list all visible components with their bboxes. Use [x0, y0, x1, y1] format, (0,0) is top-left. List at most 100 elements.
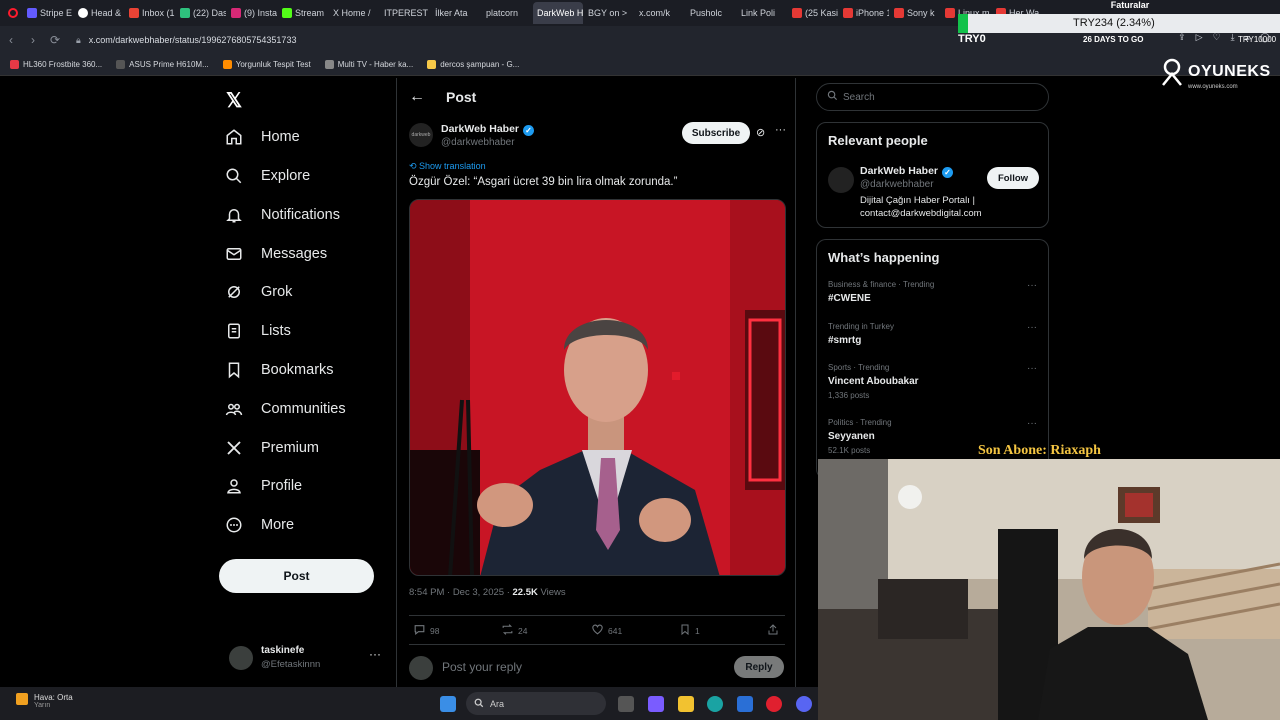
heart-icon[interactable]: ♡	[1213, 32, 1221, 43]
browser-tab[interactable]: Sony k	[890, 2, 940, 24]
author-handle[interactable]: @darkwebhaber	[441, 137, 515, 148]
account-switcher[interactable]: taskinefe @Efetaskinnn ···	[225, 644, 385, 674]
more-horizontal-icon[interactable]: ···	[1027, 363, 1037, 374]
browser-tab[interactable]: Link Poli	[737, 2, 787, 24]
bookmark-action[interactable]: 1	[679, 623, 700, 638]
weather-icon	[16, 693, 28, 705]
share-icon[interactable]	[767, 623, 779, 636]
reply-button[interactable]: Reply	[734, 656, 784, 678]
store-icon[interactable]	[737, 696, 753, 712]
nav-item-profile[interactable]: Profile	[219, 471, 302, 501]
taskbar-search[interactable]: Ara	[466, 692, 606, 715]
person-bio: Dijital Çağın Haber Portalı | contact@da…	[860, 195, 982, 219]
browser-tab[interactable]: x.com/k	[635, 2, 685, 24]
subscribe-button[interactable]: Subscribe	[682, 122, 750, 144]
nav-item-communities[interactable]: Communities	[219, 394, 346, 424]
share-icon[interactable]: ⇪	[1178, 32, 1186, 43]
more-circle-icon	[219, 510, 249, 540]
person-name[interactable]: DarkWeb Haber ✓	[860, 165, 954, 178]
copilot-icon[interactable]	[648, 696, 664, 712]
browser-tab[interactable]: Stream	[278, 2, 328, 24]
browser-tab[interactable]: platcorn	[482, 2, 532, 24]
trend-item[interactable]: Trending in Turkey #smrtg	[828, 322, 894, 346]
browser-tab[interactable]: (9) Insta	[227, 2, 277, 24]
bookmark-item[interactable]: HL360 Frostbite 360...	[10, 60, 102, 69]
repost-action[interactable]: 24	[501, 623, 527, 638]
bookmark-item[interactable]: Multi TV - Haber ka...	[324, 60, 413, 69]
search-box[interactable]	[816, 83, 1049, 111]
nav-item-grok[interactable]: Grok	[219, 277, 292, 307]
bookmark-favicon	[427, 60, 437, 69]
play-icon[interactable]: ▷	[1196, 32, 1203, 43]
trend-item[interactable]: Business & finance · Trending #CWENE	[828, 280, 934, 304]
browser-tab[interactable]: ITPEREST	[380, 2, 430, 24]
file-explorer-icon[interactable]	[678, 696, 694, 712]
browser-tab[interactable]: Head &	[74, 2, 124, 24]
browser-tab[interactable]: İlker Ata	[431, 2, 481, 24]
author-avatar[interactable]: darkweb	[409, 123, 433, 147]
weather-widget[interactable]: Hava: Orta Yarın	[16, 693, 73, 709]
nav-item-home[interactable]: Home	[219, 122, 300, 152]
windows-start-icon[interactable]	[440, 696, 456, 712]
author-name[interactable]: DarkWeb Haber ✓	[441, 123, 535, 136]
instagram-icon	[231, 8, 241, 18]
x-logo-icon[interactable]: 𝕏	[226, 88, 242, 113]
forward-nav-icon[interactable]: ›	[22, 33, 44, 47]
follow-button[interactable]: Follow	[987, 167, 1039, 189]
nav-item-lists[interactable]: Lists	[219, 316, 291, 346]
edge-icon[interactable]	[707, 696, 723, 712]
search-icon	[219, 161, 249, 191]
browser-tab[interactable]: (25 Kasi	[788, 2, 838, 24]
goal-ticker: TRY234 (2.34%)	[958, 14, 1280, 33]
grok-icon[interactable]: ⊘	[756, 126, 765, 139]
browser-tab[interactable]: Pusholc	[686, 2, 736, 24]
task-view-icon[interactable]	[618, 696, 634, 712]
discord-icon[interactable]	[796, 696, 812, 712]
translate-icon: ⟲	[409, 161, 420, 171]
tab-favicon	[945, 8, 955, 18]
nav-item-premium[interactable]: Premium	[219, 433, 319, 463]
nav-item-more[interactable]: More	[219, 510, 294, 540]
download-icon[interactable]: ⤓	[1231, 32, 1235, 43]
bookmark-item[interactable]: dercos şampuan - G...	[427, 60, 519, 69]
search-input[interactable]	[843, 91, 1033, 103]
relevant-people-title: Relevant people	[828, 133, 928, 148]
back-nav-icon[interactable]: ‹	[0, 33, 22, 47]
trend-item[interactable]: Sports · Trending Vincent Aboubakar 1,33…	[828, 363, 919, 400]
post-column: ← Post darkweb DarkWeb Haber ✓ @darkwebha…	[396, 78, 796, 698]
reply-action[interactable]: 98	[413, 623, 439, 638]
more-horizontal-icon[interactable]: ···	[775, 124, 786, 136]
person-handle[interactable]: @darkwebhaber	[860, 179, 934, 190]
more-horizontal-icon[interactable]: ···	[1027, 418, 1037, 429]
opera-logo-icon[interactable]	[8, 8, 18, 18]
nav-item-explore[interactable]: Explore	[219, 161, 310, 191]
post-button[interactable]: Post	[219, 559, 374, 593]
browser-tab[interactable]: iPhone 1	[839, 2, 889, 24]
avatar[interactable]	[828, 167, 854, 193]
more-horizontal-icon[interactable]: ···	[369, 647, 381, 661]
more-horizontal-icon[interactable]: ···	[1027, 322, 1037, 333]
more-horizontal-icon[interactable]: ···	[1027, 280, 1037, 291]
browser-tab-active[interactable]: DarkWeb Habe	[533, 2, 583, 24]
post-image[interactable]	[409, 199, 786, 576]
bookmark-item[interactable]: Yorgunluk Tespit Test	[222, 60, 311, 69]
reply-input[interactable]: Post your reply	[442, 660, 522, 674]
browser-tab[interactable]: Stripe E	[23, 2, 73, 24]
bookmark-item[interactable]: ASUS Prime H610M...	[116, 60, 209, 69]
back-arrow-icon[interactable]: ←	[409, 88, 425, 106]
nav-item-bookmarks[interactable]: Bookmarks	[219, 355, 334, 385]
bookmark-favicon	[116, 60, 126, 69]
trend-item[interactable]: Politics · Trending Seyyanen 52.1K posts	[828, 418, 892, 455]
communities-icon	[219, 394, 249, 424]
browser-tab[interactable]: BGY on >	[584, 2, 634, 24]
nav-item-messages[interactable]: Messages	[219, 239, 327, 269]
opera-icon[interactable]	[766, 696, 782, 712]
like-action[interactable]: 641	[591, 623, 622, 638]
browser-tab[interactable]: Inbox (1	[125, 2, 175, 24]
url-field[interactable]: x.com/darkwebhaber/status/19962768057543…	[89, 35, 297, 45]
browser-tab[interactable]: (22) Das	[176, 2, 226, 24]
browser-tab[interactable]: X Home /	[329, 2, 379, 24]
nav-item-notifications[interactable]: Notifications	[219, 200, 340, 230]
show-translation-link[interactable]: ⟲ Show translation	[409, 161, 486, 172]
reload-icon[interactable]: ⟳	[44, 33, 66, 47]
